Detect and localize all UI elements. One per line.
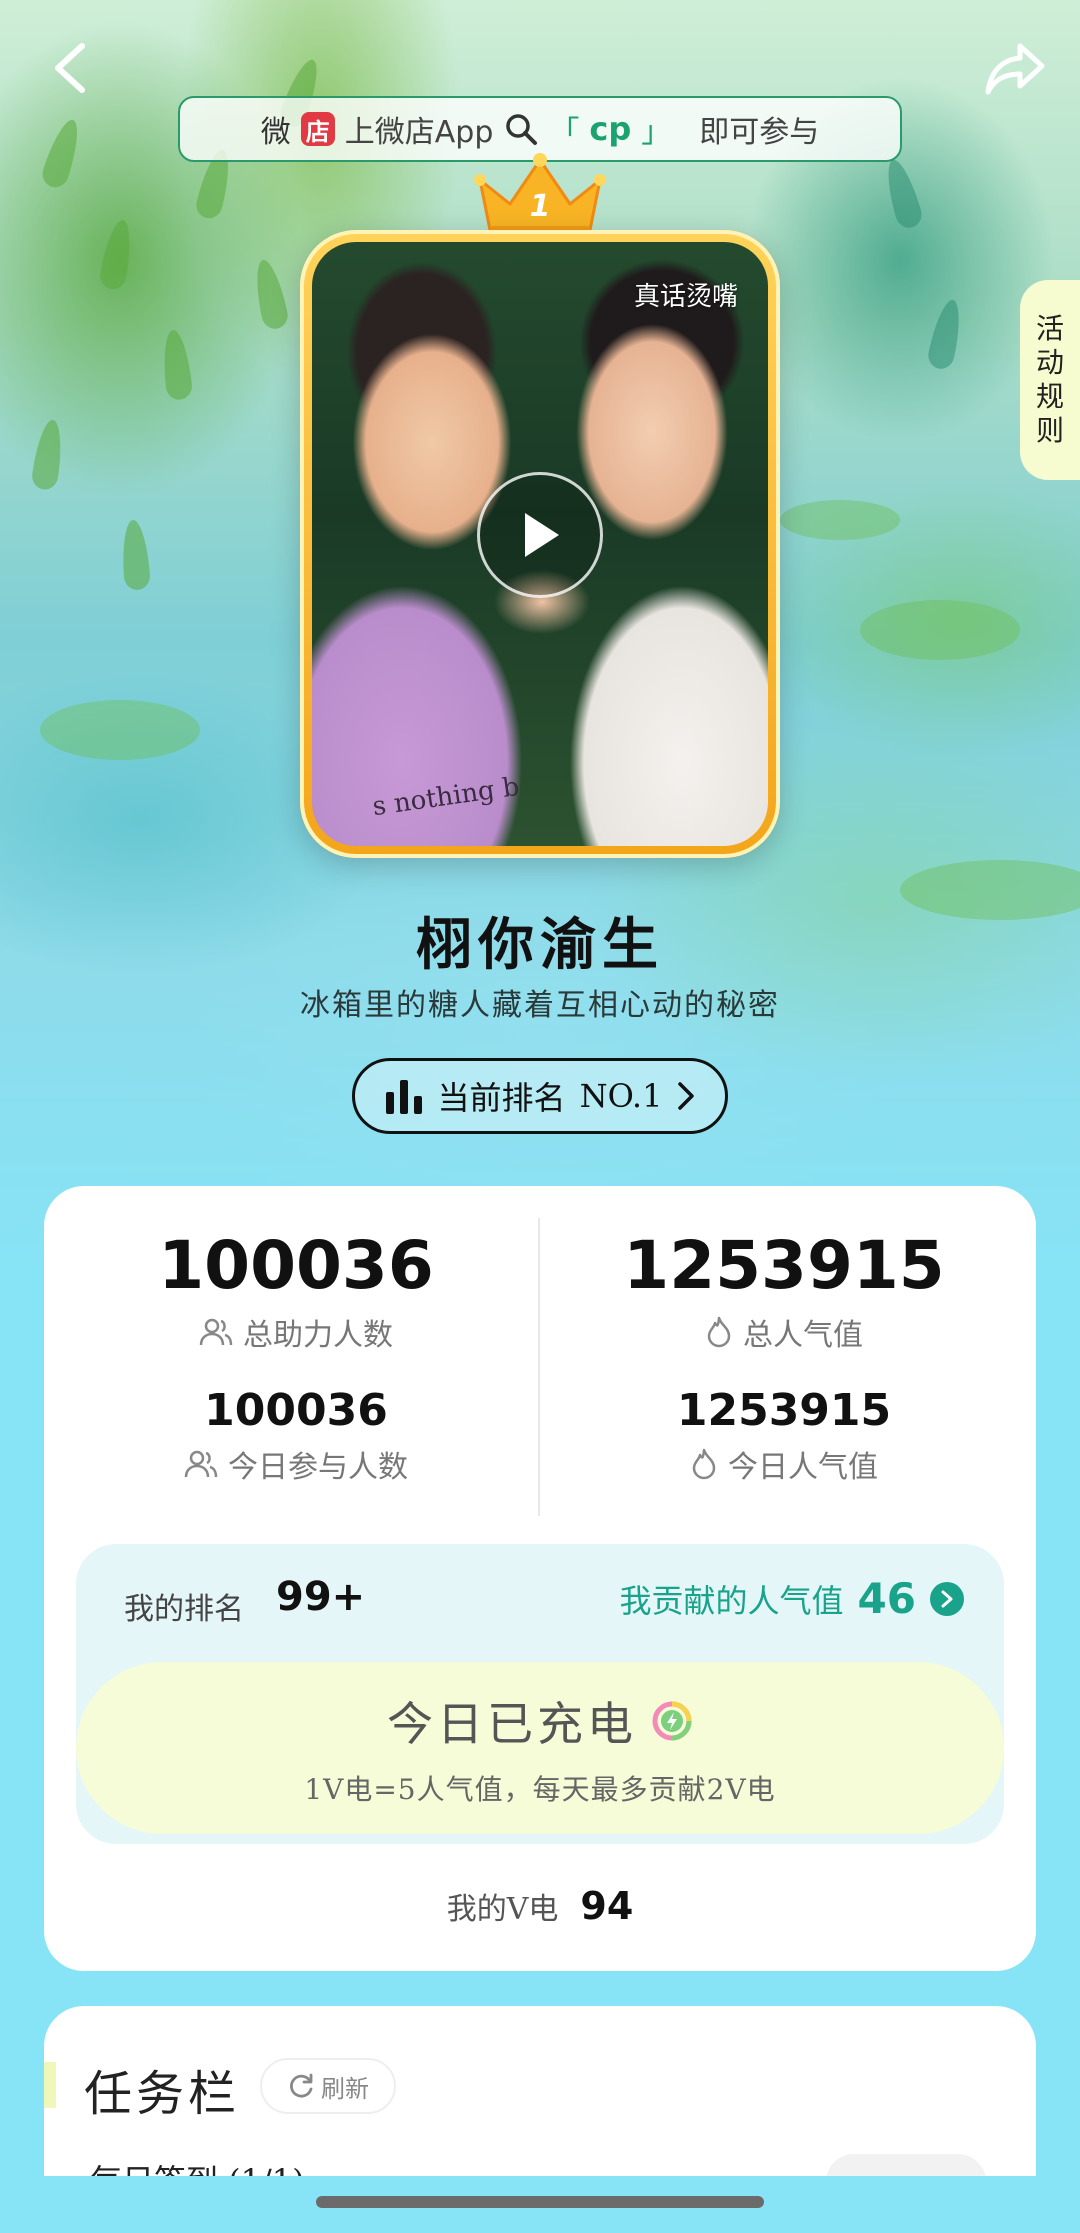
task-title: 任务栏: [84, 2066, 241, 2122]
side-tab-char: 活: [1035, 312, 1064, 345]
contrib-label: 我贡献的人气值: [619, 1581, 844, 1620]
side-tab-char: 则: [1035, 414, 1064, 447]
willow-leaf: [98, 217, 136, 292]
total-popularity-caption: 总人气值: [554, 1310, 1014, 1354]
my-rank-label: 我的排名: [124, 1592, 244, 1627]
share-arrow-icon: [985, 43, 1045, 95]
willow-leaf: [160, 328, 194, 401]
play-icon: [525, 513, 559, 557]
brand-text: 微: [260, 115, 291, 150]
popularity-stats: 1253915 总人气值 1253915 今日人气值: [554, 1226, 1014, 1486]
promo-keyword: cp: [589, 110, 632, 148]
flame-icon: [707, 1316, 731, 1348]
my-contribution-link[interactable]: 我贡献的人气值 46: [620, 1574, 964, 1623]
my-v-row: 我的V电 94: [44, 1884, 1036, 1928]
refresh-label: 刷新: [321, 2074, 369, 2103]
video-thumbnail: 真话烫嘴 s nothing b: [312, 242, 768, 846]
total-popularity-value: 1253915: [623, 1227, 945, 1304]
today-popularity-value: 1253915: [676, 1385, 892, 1436]
total-helpers-label: 总助力人数: [243, 1318, 393, 1353]
willow-leaf: [120, 519, 151, 591]
contrib-value: 46: [857, 1574, 916, 1623]
total-helpers-caption: 总助力人数: [66, 1310, 526, 1354]
charge-title-row: 今日已充电: [387, 1688, 693, 1754]
willow-leaf: [250, 257, 291, 332]
refresh-button[interactable]: 刷新: [260, 2058, 396, 2114]
chevron-right-icon: [678, 1082, 695, 1110]
charge-description: 1V电=5人气值，每天最多贡献2V电: [304, 1773, 776, 1806]
shirt-print-text: s nothing b: [370, 771, 522, 823]
people-icon: [199, 1318, 233, 1346]
cp-subtitle: 冰箱里的糖人藏着互相心动的秘密: [300, 988, 780, 1023]
lightning-charge-icon: [652, 1701, 692, 1741]
video-caption: 真话烫嘴: [633, 282, 738, 312]
my-rank-value: 99+: [276, 1574, 366, 1620]
rank-label: 当前排名: [437, 1079, 566, 1117]
chevron-left-icon: [55, 43, 85, 93]
total-helpers-value: 100036: [158, 1227, 434, 1304]
today-popularity-caption: 今日人气值: [554, 1442, 1014, 1486]
today-participants-label: 今日参与人数: [228, 1450, 408, 1485]
promo-line2: 即可参与: [699, 115, 820, 150]
my-contribution-panel: 我的排名 99+ 我贡献的人气值 46 今日已充电 1V电=5人气值，每天最多贡…: [76, 1544, 1004, 1844]
current-rank-button[interactable]: 当前排名 NO.1: [352, 1058, 728, 1134]
today-participants-value: 100036: [204, 1385, 388, 1436]
my-v-value: 94: [580, 1884, 634, 1928]
brand-badge: 店: [300, 112, 335, 146]
share-button[interactable]: [980, 36, 1050, 100]
helpers-stats: 100036 总助力人数 100036 今日参与人数: [66, 1226, 526, 1486]
people-icon: [184, 1450, 218, 1478]
bracket-open: 「: [549, 115, 580, 150]
bracket-close: 」: [641, 115, 672, 150]
charge-title: 今日已充电: [387, 1697, 637, 1751]
crown-icon: 1: [474, 153, 606, 238]
rank-number: 1: [530, 189, 551, 224]
stats-card: 100036 总助力人数 100036 今日参与人数 1253915 总人气值 …: [44, 1186, 1036, 1971]
play-button[interactable]: [477, 472, 603, 598]
my-v-label: 我的V电: [446, 1892, 559, 1927]
side-tab-char: 规: [1035, 380, 1064, 413]
lily-pad: [860, 600, 1020, 660]
refresh-icon: [290, 2073, 313, 2098]
lily-pad: [780, 500, 900, 540]
back-button[interactable]: [40, 38, 100, 98]
today-popularity-label: 今日人气值: [728, 1450, 878, 1485]
rank-value: NO.1: [579, 1077, 663, 1115]
today-participants-caption: 今日参与人数: [66, 1442, 526, 1486]
side-tab-char: 动: [1035, 346, 1064, 379]
promo-line1: 上微店App: [344, 115, 494, 150]
home-indicator[interactable]: [316, 2196, 764, 2208]
flame-icon: [692, 1448, 716, 1480]
activity-rules-tab[interactable]: 活 动 规 则: [1020, 280, 1080, 480]
stats-divider: [538, 1218, 540, 1516]
willow-leaf: [30, 418, 66, 492]
task-title-accent: [44, 2062, 56, 2108]
magnifier-icon: [506, 114, 538, 145]
willow-leaf: [925, 297, 966, 372]
video-card[interactable]: 真话烫嘴 s nothing b: [300, 230, 780, 858]
lily-pad: [40, 700, 200, 760]
cp-title: 栩你渝生: [416, 912, 664, 978]
willow-leaf: [39, 115, 86, 191]
willow-leaf: [880, 156, 925, 231]
charge-status-box[interactable]: 今日已充电 1V电=5人气值，每天最多贡献2V电: [76, 1662, 1004, 1834]
total-popularity-label: 总人气值: [743, 1318, 863, 1353]
bar-chart-icon: [385, 1080, 422, 1114]
page: 微 店 上微店App 「 cp 」 即可参与 1 真话烫嘴 s nothing …: [0, 0, 1080, 2233]
arrow-right-circle-icon: [930, 1581, 964, 1616]
